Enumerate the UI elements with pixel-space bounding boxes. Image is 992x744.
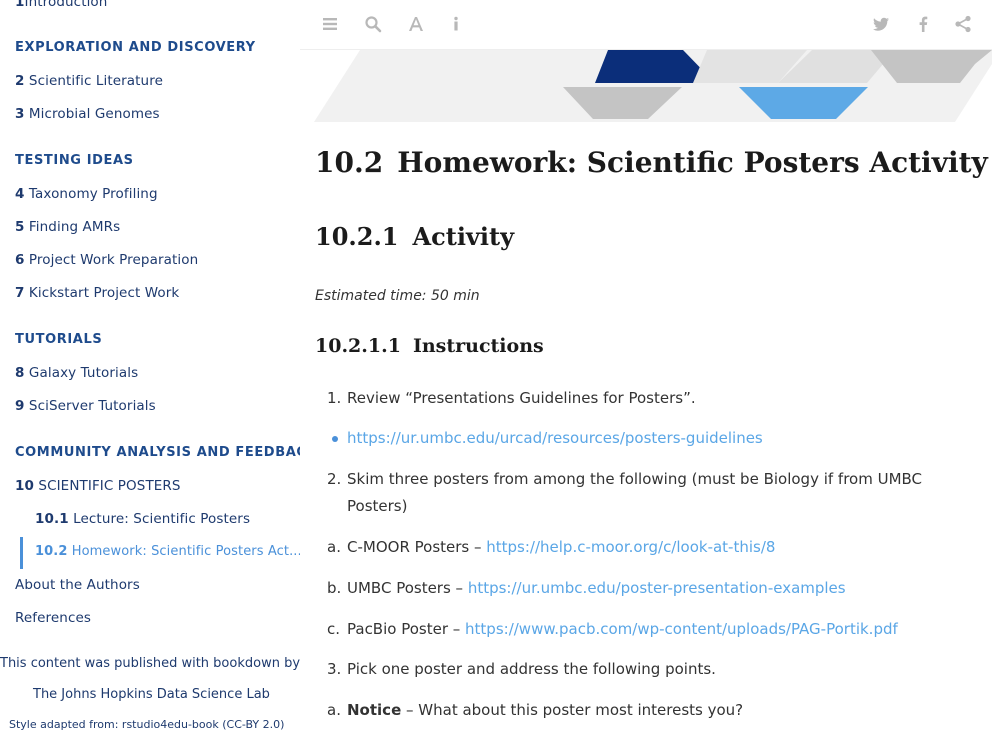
banner-graphic [314, 50, 992, 122]
header-banner [300, 50, 992, 122]
item-number: 6 [15, 252, 25, 268]
list-item: 3. Pick one poster and address the follo… [315, 656, 955, 683]
item-number: 2 [15, 73, 25, 89]
list-item: 2. Skim three posters from among the fol… [315, 466, 955, 520]
list-text: C-MOOR Posters – [347, 538, 487, 556]
sidebar-item-taxonomy-profiling[interactable]: 4 Taxonomy Profiling [15, 186, 158, 202]
item-label: Kickstart Project Work [28, 285, 180, 301]
section-heading-community: COMMUNITY ANALYSIS AND FEEDBACK [15, 445, 300, 460]
item-label: SciServer Tutorials [28, 398, 156, 414]
share-icon[interactable] [953, 14, 973, 34]
list-text: Skim three posters from among the follow… [347, 470, 923, 515]
published-by-text: This content was published with bookdown… [0, 656, 300, 671]
section-heading-exploration: EXPLORATION AND DISCOVERY [15, 40, 256, 55]
estimated-time: Estimated time: 50 min [315, 288, 480, 304]
list-marker: 3. [327, 660, 342, 678]
list-text: UMBC Posters – [347, 579, 468, 597]
posters-guidelines-link[interactable]: https://ur.umbc.edu/urcad/resources/post… [347, 425, 955, 452]
sidebar-item-lecture-scientific-posters[interactable]: 10.1 Lecture: Scientific Posters [35, 511, 250, 527]
item-label: Microbial Genomes [28, 106, 160, 122]
sidebar-item-introduction[interactable]: 1Introduction [15, 0, 107, 10]
list-item: 1. Review “Presentations Guidelines for … [315, 385, 955, 412]
sidebar-item-project-work-preparation[interactable]: 6 Project Work Preparation [15, 252, 198, 268]
item-number: 1 [15, 0, 25, 10]
item-number: 10 [15, 478, 34, 494]
section-number: 10.2.1.1 [315, 335, 401, 357]
item-label: Homework: Scientific Posters Act... [71, 544, 300, 559]
section-heading-tutorials: TUTORIALS [15, 332, 103, 347]
title-text: Homework: Scientific Posters Activity [397, 146, 988, 179]
search-icon[interactable] [363, 14, 383, 34]
toc-toggle-icon[interactable] [320, 14, 340, 34]
list-item: c. PacBio Poster – https://www.pacb.com/… [315, 616, 955, 643]
pacbio-poster-link[interactable]: https://www.pacb.com/wp-content/uploads/… [465, 620, 898, 638]
style-adapted-link[interactable]: Style adapted from: rstudio4edu-book (CC… [9, 718, 284, 731]
item-number: 8 [15, 365, 25, 381]
sidebar-item-microbial-genomes[interactable]: 3 Microbial Genomes [15, 106, 160, 122]
section-heading: 10.2.1 Activity [315, 222, 514, 251]
list-item: b. UMBC Posters – https://ur.umbc.edu/po… [315, 575, 955, 602]
item-number: 5 [15, 219, 25, 235]
item-number: 9 [15, 398, 25, 414]
list-item: a. C-MOOR Posters – https://help.c-moor.… [315, 534, 955, 561]
item-number: 7 [15, 285, 25, 301]
section-heading-testing-ideas: TESTING IDEAS [15, 153, 134, 168]
font-icon[interactable] [406, 14, 426, 34]
item-label: Scientific Literature [28, 73, 163, 89]
list-marker: c. [327, 620, 341, 638]
info-icon[interactable] [446, 14, 466, 34]
sidebar: 1Introduction EXPLORATION AND DISCOVERY … [0, 0, 300, 744]
item-label: Lecture: Scientific Posters [73, 511, 251, 527]
list-text: Pick one poster and address the followin… [347, 660, 716, 678]
item-number: 4 [15, 186, 25, 202]
item-label: SCIENTIFIC POSTERS [38, 478, 181, 494]
sidebar-item-about-authors[interactable]: About the Authors [15, 577, 140, 593]
list-item: a. Notice – What about this poster most … [315, 697, 955, 724]
list-marker: a. [327, 701, 341, 719]
cmoor-posters-link[interactable]: https://help.c-moor.org/c/look-at-this/8 [486, 538, 775, 556]
sidebar-item-references[interactable]: References [15, 610, 91, 626]
item-label: Introduction [24, 0, 108, 10]
list-marker: 2. [327, 470, 342, 488]
sidebar-item-finding-amrs[interactable]: 5 Finding AMRs [15, 219, 120, 235]
twitter-icon[interactable] [871, 14, 891, 34]
heading-text: Activity [412, 222, 515, 251]
active-indicator [20, 537, 23, 569]
section-number: 10.2.1 [315, 222, 399, 251]
item-number: 3 [15, 106, 25, 122]
facebook-icon[interactable] [913, 14, 933, 34]
item-label: Taxonomy Profiling [28, 186, 158, 202]
bullet-dot [332, 436, 338, 442]
list-marker: a. [327, 538, 341, 556]
item-number: 10.1 [35, 511, 69, 527]
umbc-posters-link[interactable]: https://ur.umbc.edu/poster-presentation-… [468, 579, 846, 597]
jhu-dsl-link[interactable]: The Johns Hopkins Data Science Lab [33, 687, 270, 702]
item-number: 10.2 [35, 544, 68, 559]
book-toolbar [300, 0, 992, 50]
heading-text: Instructions [412, 335, 544, 357]
item-label: Finding AMRs [28, 219, 121, 235]
list-marker: b. [327, 579, 342, 597]
sidebar-item-scientific-posters[interactable]: 10 SCIENTIFIC POSTERS [15, 478, 181, 494]
page-title: 10.2 Homework: Scientific Posters Activit… [315, 146, 988, 179]
list-text: PacBio Poster – [347, 620, 466, 638]
subsection-heading: 10.2.1.1 Instructions [315, 335, 544, 357]
item-label: Galaxy Tutorials [28, 365, 139, 381]
sidebar-item-homework-scientific-posters[interactable]: 10.2 Homework: Scientific Posters Act... [35, 544, 300, 559]
list-text: – What about this poster most interests … [401, 701, 744, 719]
item-label: Project Work Preparation [28, 252, 199, 268]
sidebar-item-kickstart-project-work[interactable]: 7 Kickstart Project Work [15, 285, 179, 301]
list-marker: 1. [327, 389, 342, 407]
list-text: Review “Presentations Guidelines for Pos… [347, 389, 696, 407]
sidebar-item-scientific-literature[interactable]: 2 Scientific Literature [15, 73, 163, 89]
notice-label: Notice [347, 701, 402, 719]
sidebar-item-sciserver-tutorials[interactable]: 9 SciServer Tutorials [15, 398, 156, 414]
section-number: 10.2 [315, 146, 384, 179]
list-item: https://ur.umbc.edu/urcad/resources/post… [315, 425, 955, 452]
sidebar-item-galaxy-tutorials[interactable]: 8 Galaxy Tutorials [15, 365, 138, 381]
